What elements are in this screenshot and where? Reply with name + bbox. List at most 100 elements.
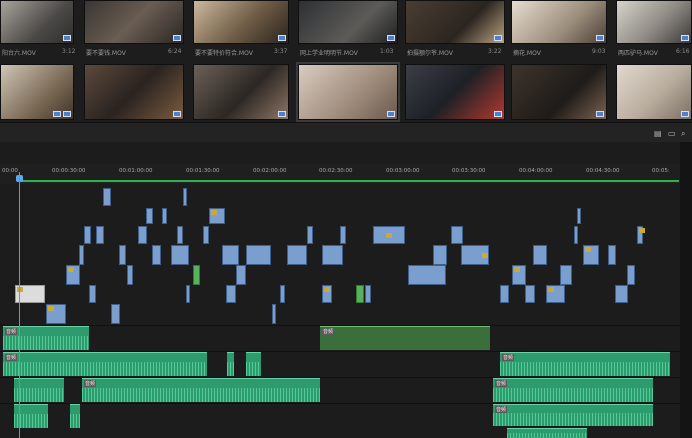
clip-badge-icon <box>681 35 689 41</box>
video-clip[interactable] <box>451 226 463 244</box>
video-clip[interactable] <box>500 285 509 303</box>
thumb-8[interactable] <box>0 64 74 120</box>
video-clip[interactable] <box>222 245 239 265</box>
thumb-7[interactable] <box>616 0 692 44</box>
video-clip[interactable] <box>560 265 572 285</box>
work-area-bar[interactable] <box>19 180 679 182</box>
audio-clip[interactable]: 音频 <box>3 352 207 376</box>
clip-duration: 6:24 <box>168 48 182 55</box>
clip-label: 音频 <box>5 328 18 335</box>
video-clip[interactable] <box>546 285 565 303</box>
folder-icon[interactable]: ▭ <box>668 129 676 138</box>
audio-clip[interactable]: 音频 <box>82 378 320 402</box>
clip-badge-icon <box>596 111 604 117</box>
video-clip[interactable] <box>627 265 635 285</box>
video-clip[interactable] <box>246 245 271 265</box>
video-clip[interactable] <box>533 245 547 265</box>
audio-clip[interactable]: 音频 <box>493 404 653 426</box>
thumb-1[interactable] <box>0 0 74 44</box>
audio-clip[interactable] <box>227 352 234 376</box>
thumb-3[interactable] <box>193 0 289 44</box>
playhead[interactable] <box>19 172 20 438</box>
clip-duration: 3:37 <box>274 48 288 55</box>
video-clip[interactable] <box>103 188 111 206</box>
audio-clip[interactable] <box>14 378 64 402</box>
video-clip[interactable] <box>608 245 616 265</box>
audio-clip[interactable] <box>507 428 587 438</box>
video-clip[interactable] <box>365 285 371 303</box>
thumb-14[interactable] <box>616 64 692 120</box>
video-clip[interactable] <box>236 265 246 285</box>
audio-clip[interactable]: 音频 <box>320 326 490 350</box>
video-clip[interactable] <box>615 285 628 303</box>
video-clip[interactable] <box>162 208 167 224</box>
video-clip[interactable] <box>127 265 133 285</box>
video-clip[interactable] <box>84 226 91 244</box>
search-icon[interactable]: ⌕ <box>681 129 685 139</box>
audio-clip[interactable]: 音频 <box>500 352 670 376</box>
clip-label: 音频 <box>84 380 97 387</box>
video-clip[interactable] <box>272 304 276 324</box>
video-clip[interactable] <box>340 226 346 244</box>
video-clip[interactable] <box>461 245 489 265</box>
ruler-tick: 00:01:30:00 <box>186 168 220 174</box>
vertical-scrollbar[interactable] <box>680 142 692 438</box>
audio-clip[interactable] <box>246 352 261 376</box>
video-clip[interactable] <box>322 245 343 265</box>
video-clip[interactable] <box>138 226 147 244</box>
video-clip[interactable] <box>183 188 187 206</box>
video-clip[interactable] <box>512 265 526 285</box>
video-clip[interactable] <box>193 265 200 285</box>
thumb-4[interactable] <box>298 0 398 44</box>
video-clip[interactable] <box>574 226 578 244</box>
audio-clip[interactable] <box>70 404 80 428</box>
thumb-9[interactable] <box>84 64 184 120</box>
thumb-5[interactable] <box>405 0 505 44</box>
video-clip[interactable] <box>152 245 161 265</box>
video-clip[interactable] <box>146 208 153 224</box>
clip-badge-icon <box>278 111 286 117</box>
track-divider <box>0 351 680 352</box>
video-clip[interactable] <box>96 226 104 244</box>
thumb-13[interactable] <box>511 64 607 120</box>
thumb-2[interactable] <box>84 0 184 44</box>
video-clip[interactable] <box>637 226 645 244</box>
video-clip[interactable] <box>525 285 535 303</box>
video-clip[interactable] <box>322 285 332 303</box>
thumb-11[interactable] <box>296 62 400 122</box>
ruler-tick: 00:03:30:00 <box>452 168 486 174</box>
project-bin: 阳台六.MOV 3:12 要不要钱.MOV 6:24 要不要特价符合.MOV 3… <box>0 0 692 122</box>
video-clip[interactable] <box>280 285 285 303</box>
video-clip[interactable] <box>66 265 80 285</box>
video-clip[interactable] <box>226 285 236 303</box>
timeline-panel: 00:00 00:00:30:00 00:01:00:00 00:01:30:0… <box>0 142 692 438</box>
video-clip[interactable] <box>111 304 120 324</box>
video-clip[interactable] <box>203 226 209 244</box>
video-clip[interactable] <box>577 208 581 224</box>
thumb-12[interactable] <box>405 64 505 120</box>
thumb-6[interactable] <box>511 0 607 44</box>
video-clip[interactable] <box>177 226 183 244</box>
video-clip[interactable] <box>79 245 84 265</box>
audio-clip[interactable]: 音频 <box>3 326 89 350</box>
video-clip[interactable] <box>186 285 190 303</box>
video-clip[interactable] <box>583 245 599 265</box>
video-clip[interactable] <box>373 226 405 244</box>
video-clip[interactable] <box>89 285 96 303</box>
video-clip[interactable] <box>287 245 307 265</box>
clip-label: 音频 <box>5 354 18 361</box>
clip-badge-icon <box>387 35 395 41</box>
thumb-10[interactable] <box>193 64 289 120</box>
clip-badge-icon <box>387 111 395 117</box>
track-divider <box>0 325 680 326</box>
video-clip[interactable] <box>408 265 446 285</box>
audio-clip[interactable]: 音频 <box>493 378 653 402</box>
video-clip[interactable] <box>209 208 225 224</box>
list-view-icon[interactable]: ▤ <box>654 129 662 138</box>
video-clip[interactable] <box>307 226 313 244</box>
video-clip[interactable] <box>46 304 66 324</box>
video-clip[interactable] <box>119 245 126 265</box>
video-clip[interactable] <box>171 245 189 265</box>
video-clip[interactable] <box>433 245 447 265</box>
video-clip[interactable] <box>356 285 364 303</box>
